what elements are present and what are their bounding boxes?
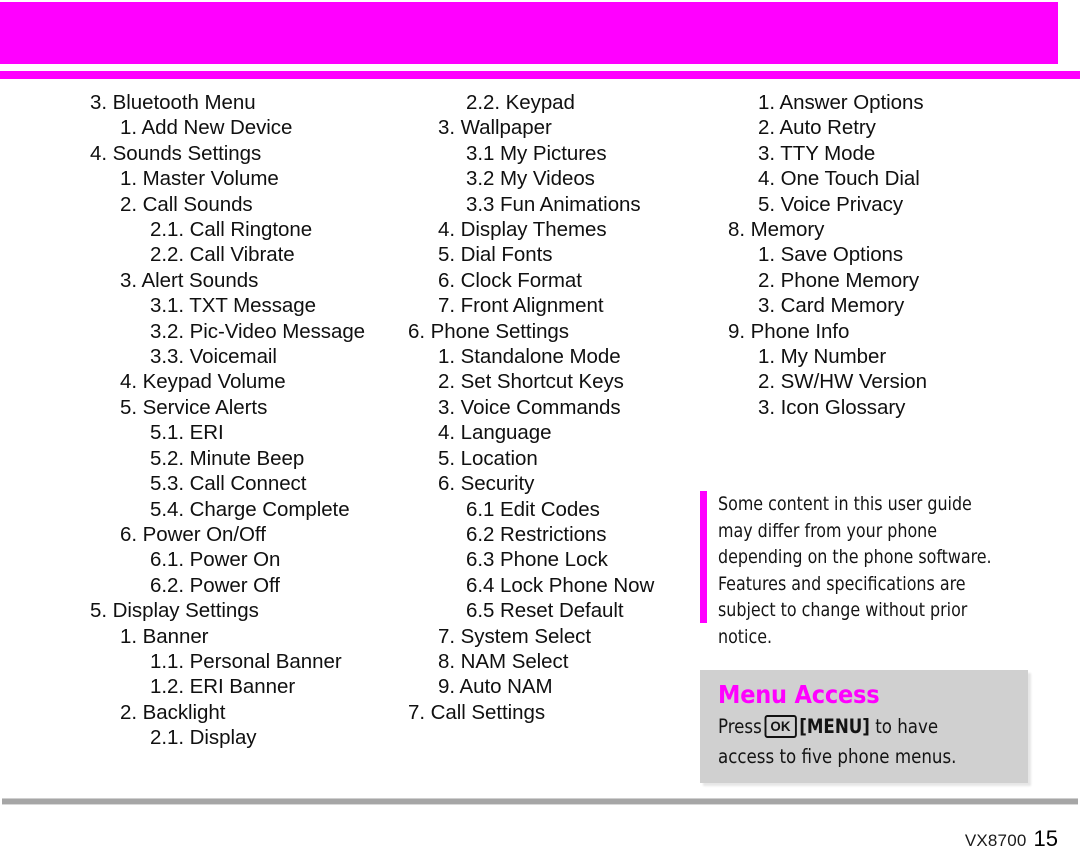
toc-entry: 6.2. Power Off bbox=[150, 573, 280, 597]
toc-entry: 3.3 Fun Animations bbox=[466, 192, 641, 216]
toc-entry: 6. Security bbox=[438, 472, 535, 496]
note-text: Some content in this user guide may diff… bbox=[718, 493, 992, 648]
toc-entry: 3. Icon Glossary bbox=[758, 395, 906, 419]
toc-entry: 1. Banner bbox=[120, 624, 209, 648]
toc-entry: 5. Dial Fonts bbox=[438, 243, 553, 267]
toc-entry: 3.2. Pic-Video Message bbox=[150, 319, 366, 343]
toc-entry: 1. Add New Device bbox=[120, 116, 293, 140]
toc-entry: 3. Alert Sounds bbox=[120, 268, 259, 292]
footer-model: VX8700 bbox=[964, 831, 1027, 850]
toc-entry: 5.3. Call Connect bbox=[150, 472, 307, 496]
toc-entry: 3.2 My Videos bbox=[466, 167, 595, 191]
toc-entry: 1. My Number bbox=[758, 345, 887, 369]
toc-entry: 3. Voice Commands bbox=[438, 395, 621, 419]
toc-entry: 6. Clock Format bbox=[438, 268, 582, 292]
header-accent-bar-thin bbox=[0, 71, 1080, 79]
footer-divider bbox=[2, 798, 1078, 805]
toc-column-1: 3. Bluetooth Menu 1. Add New Device 4. Sou… bbox=[78, 90, 408, 751]
toc-entry: 6.4 Lock Phone Now bbox=[466, 573, 655, 597]
toc-entry: 9. Phone Info bbox=[728, 319, 850, 343]
toc-entry: 6.2 Restrictions bbox=[466, 522, 607, 546]
toc-entry: 4. Keypad Volume bbox=[120, 370, 286, 394]
toc-entry: 5. Location bbox=[438, 446, 538, 470]
note-callout: Some content in this user guide may diff… bbox=[700, 491, 1030, 650]
toc-entry: 6.5 Reset Default bbox=[466, 599, 624, 623]
footer: VX8700 15 bbox=[965, 826, 1058, 852]
toc-entry: 2.1. Display bbox=[150, 726, 257, 750]
toc-entry: 2. Phone Memory bbox=[758, 268, 920, 292]
toc-entry: 3. Bluetooth Menu bbox=[90, 91, 256, 114]
toc-column-3: 1. Answer Options 2. Auto Retry 3. TTY Mod… bbox=[728, 90, 1048, 420]
toc-entry: 6. Power On/Off bbox=[120, 522, 266, 546]
ok-key-icon[interactable]: OK bbox=[764, 715, 797, 738]
menu-access-title: Menu Access bbox=[718, 680, 880, 709]
toc-entry: 9. Auto NAM bbox=[438, 675, 553, 699]
toc-entry: 5. Voice Privacy bbox=[758, 192, 904, 216]
toc-entry: 2.2. Keypad bbox=[466, 91, 575, 114]
toc-entry: 3.1. TXT Message bbox=[150, 294, 316, 318]
toc-entry: 5. Service Alerts bbox=[120, 395, 268, 419]
toc-entry: 5.2. Minute Beep bbox=[150, 446, 305, 470]
menu-access-press-label: Press bbox=[718, 715, 762, 738]
toc-entry: 6.1 Edit Codes bbox=[466, 497, 600, 521]
toc-entry: 2.1. Call Ringtone bbox=[150, 218, 313, 242]
toc-entry: 6.3 Phone Lock bbox=[466, 548, 608, 572]
toc-entry: 4. Display Themes bbox=[438, 218, 607, 242]
toc-entry: 2. Backlight bbox=[120, 700, 226, 724]
toc-entry: 1. Save Options bbox=[758, 243, 904, 267]
toc-entry: 2. Set Shortcut Keys bbox=[438, 370, 624, 394]
toc-entry: 6.1. Power On bbox=[150, 548, 281, 572]
menu-access-menu-label: [MENU] bbox=[799, 715, 870, 738]
toc-entry: 3. Wallpaper bbox=[438, 116, 552, 140]
menu-access-body: Press OK [MENU] to have access to five pho… bbox=[718, 712, 999, 772]
header-accent-bar-thick bbox=[0, 2, 1058, 64]
toc-entry: 5.4. Charge Complete bbox=[150, 497, 350, 521]
toc-entry: 3.3. Voicemail bbox=[150, 345, 277, 369]
footer-page-number: 15 bbox=[1033, 826, 1058, 851]
toc-entry: 8. Memory bbox=[728, 218, 825, 242]
toc-entry: 8. NAM Select bbox=[438, 649, 569, 673]
toc-entry: 4. Language bbox=[438, 421, 552, 445]
toc-entry: 5. Display Settings bbox=[90, 599, 259, 623]
toc-entry: 3.1 My Pictures bbox=[466, 141, 607, 165]
toc-entry: 1. Master Volume bbox=[120, 167, 279, 191]
toc-entry: 7. Call Settings bbox=[408, 700, 546, 724]
toc-entry: 1.2. ERI Banner bbox=[150, 675, 296, 699]
toc-entry: 7. Front Alignment bbox=[438, 294, 604, 318]
toc-entry: 2. Call Sounds bbox=[120, 192, 253, 216]
toc-entry: 1. Standalone Mode bbox=[438, 345, 621, 369]
menu-access-box: Menu Access Press OK [MENU] to have access… bbox=[700, 670, 1028, 783]
toc-entry: 1.1. Personal Banner bbox=[150, 649, 342, 673]
toc-entry: 4. Sounds Settings bbox=[90, 141, 262, 165]
toc-entry: 1. Answer Options bbox=[758, 91, 924, 114]
toc-column-2: 2.2. Keypad 3. Wallpaper 3.1 My Pictures 3.… bbox=[408, 90, 708, 725]
toc-entry: 3. Card Memory bbox=[758, 294, 905, 318]
toc-entry: 2. SW/HW Version bbox=[758, 370, 927, 394]
toc-entry: 2. Auto Retry bbox=[758, 116, 876, 140]
note-accent-bar bbox=[700, 491, 707, 623]
toc-entry: 7. System Select bbox=[438, 624, 592, 648]
toc-entry: 2.2. Call Vibrate bbox=[150, 243, 295, 267]
toc-entry: 6. Phone Settings bbox=[408, 319, 569, 343]
toc-entry: 3. TTY Mode bbox=[758, 141, 876, 165]
toc-entry: 4. One Touch Dial bbox=[758, 167, 920, 191]
toc-entry: 5.1. ERI bbox=[150, 421, 224, 445]
